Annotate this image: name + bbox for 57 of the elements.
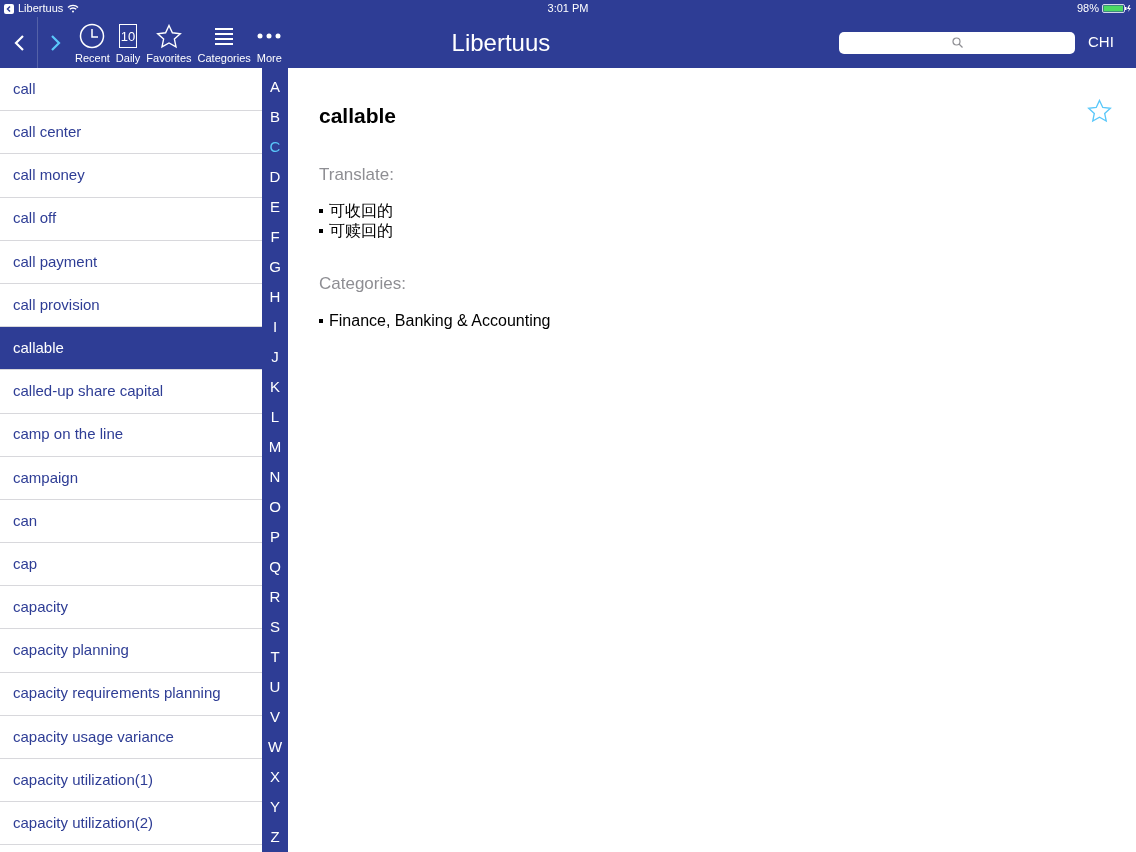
battery-percent: 98% [1076,1,1099,17]
calendar-icon: 10 [119,24,138,48]
more-icon [257,33,282,39]
list-item: 可赎回的 [329,221,393,241]
index-letter[interactable]: C [269,132,281,162]
clock-icon [79,23,106,49]
favorite-star-icon[interactable] [1087,99,1112,123]
term-title: callable [319,103,397,129]
section-heading: Translate: [319,163,395,186]
search-field[interactable] [839,31,1075,54]
index-letter[interactable]: S [270,612,280,642]
bullet-icon [319,318,323,323]
toolbar-button[interactable]: Favorites [145,22,193,64]
index-letter[interactable]: J [271,342,279,372]
index-letter[interactable]: O [269,492,281,522]
app-title: Libertuus [450,27,552,58]
battery-icon [1102,4,1132,13]
index-letter[interactable]: T [270,642,280,672]
star-icon [155,23,182,49]
menu-icon [214,27,235,45]
bullet-icon [319,209,323,213]
index-letter[interactable]: Z [270,822,280,852]
toolbar-button[interactable]: Recent [74,22,111,64]
back-app-icon[interactable] [4,3,14,14]
index-letter[interactable]: L [270,402,280,432]
index-letter[interactable]: V [270,702,280,732]
index-letter[interactable]: Q [269,552,281,582]
back-app-label[interactable]: Libertuus [18,0,64,17]
index-letter[interactable]: W [267,732,283,762]
index-letter[interactable]: R [269,582,281,612]
index-letter[interactable]: X [270,762,280,792]
list-item: Finance, Banking & Accounting [329,310,551,331]
index-letter[interactable]: I [272,312,278,342]
index-letter[interactable]: K [270,372,280,402]
bullet-icon [319,229,323,233]
language-button[interactable]: CHI [1088,31,1136,54]
toolbar-button[interactable]: 10 Daily [114,22,142,64]
wifi-icon [67,4,80,13]
index-letter[interactable]: M [268,432,282,462]
index-letter[interactable]: E [270,192,280,222]
toolbar-button[interactable]: More [255,22,283,64]
index-letter[interactable]: D [269,162,281,192]
index-letter[interactable]: U [269,672,281,702]
list-item: 可收回的 [329,201,393,221]
search-icon [951,37,963,48]
index-letter[interactable]: P [270,522,280,552]
index-letter[interactable]: G [269,252,281,282]
index-letter[interactable]: Y [270,792,280,822]
term-row[interactable]: callable [0,327,262,371]
index-letter[interactable]: A [270,72,280,102]
index-letter[interactable]: B [270,102,280,132]
section-heading: Categories: [319,273,407,295]
index-letter[interactable]: H [269,282,281,312]
status-time: 3:01 PM [546,1,590,17]
index-letter[interactable]: F [270,222,280,252]
toolbar-button[interactable]: Categories [196,22,252,64]
index-letter[interactable]: N [269,462,281,492]
